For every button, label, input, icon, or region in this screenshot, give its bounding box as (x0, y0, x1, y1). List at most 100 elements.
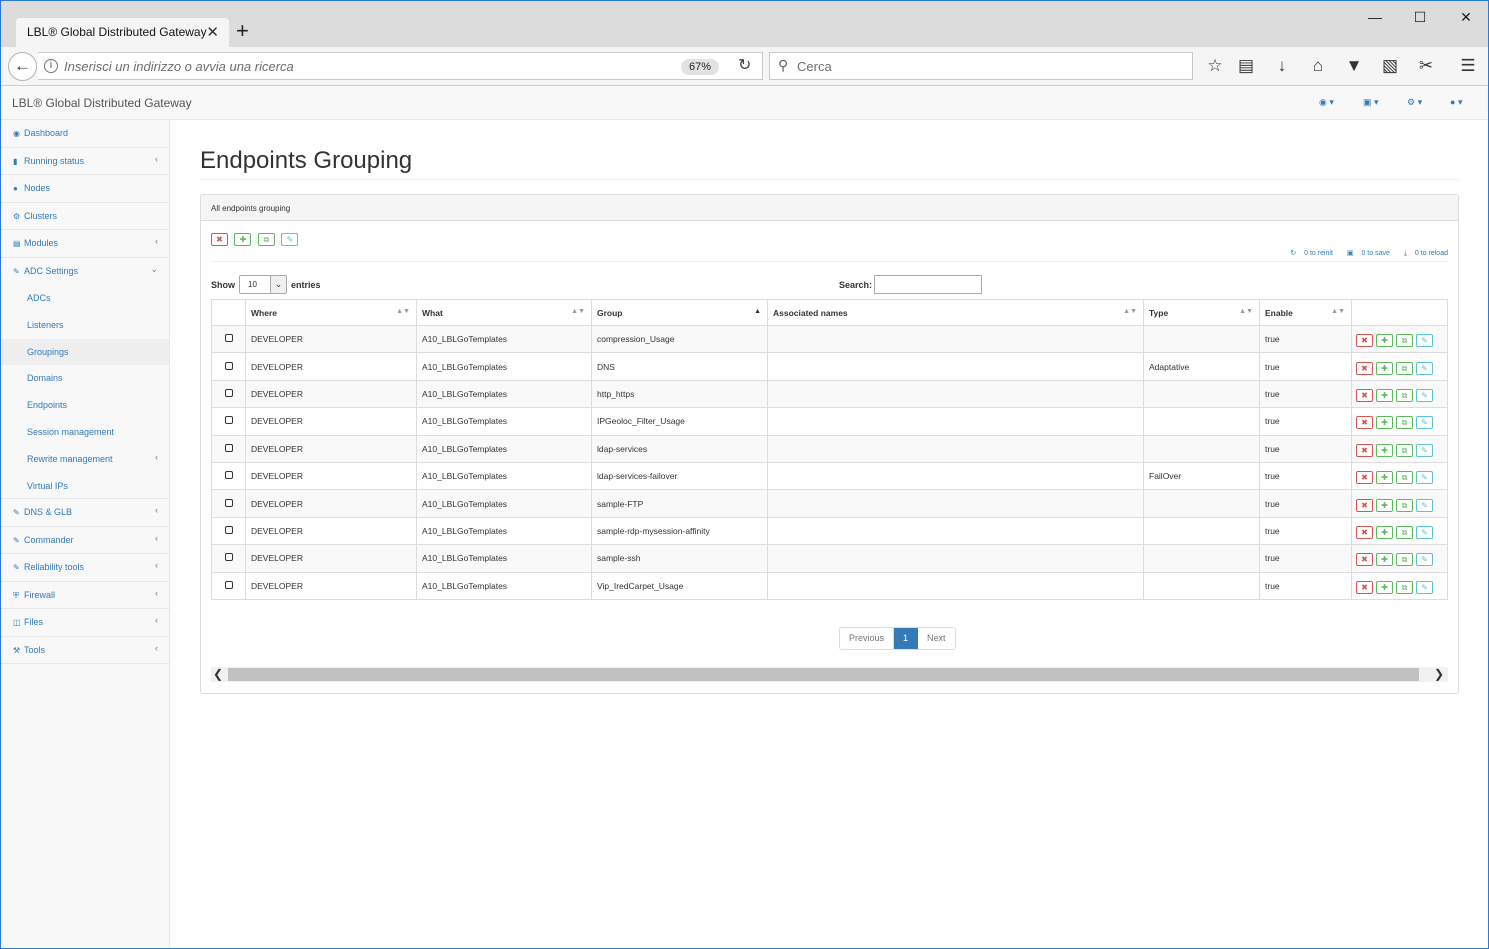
entries-length-select[interactable]: 10 ⌄ (239, 275, 287, 294)
row-delete-button[interactable]: ✖ (1356, 361, 1373, 375)
bookmarks-list-icon[interactable]: ▤ (1235, 56, 1257, 76)
hamburger-menu-icon[interactable]: ☰ (1457, 56, 1479, 76)
edit-button[interactable]: ✎ (281, 233, 299, 246)
browser-tab[interactable]: LBL® Global Distributed Gateway ✕ (16, 18, 229, 47)
reader-icon[interactable]: ▧ (1379, 56, 1401, 76)
sidebar-subitem-listeners[interactable]: Listeners (1, 312, 169, 339)
row-edit-button[interactable]: ✎ (1416, 580, 1433, 594)
row-checkbox[interactable] (224, 580, 233, 589)
reload-icon[interactable]: ↻ (738, 55, 751, 75)
sidebar-item-files[interactable]: ◫ Files ‹ (1, 609, 169, 637)
row-delete-button[interactable]: ✖ (1356, 334, 1373, 348)
search-bar[interactable]: ⚲ Cerca (769, 52, 1193, 80)
row-edit-button[interactable]: ✎ (1416, 361, 1433, 375)
row-edit-button[interactable]: ✎ (1416, 471, 1433, 485)
sidebar-item-dns-glb[interactable]: ✎ DNS & GLB ‹ (1, 499, 169, 527)
row-edit-button[interactable]: ✎ (1416, 388, 1433, 402)
sidebar-item-dashboard[interactable]: ◉ Dashboard (1, 120, 169, 148)
download-icon[interactable]: ↓ (1271, 56, 1293, 76)
sidebar-item-firewall[interactable]: ⛨ Firewall ‹ (1, 582, 169, 610)
column-header-what[interactable]: What ▲▼ (416, 299, 592, 326)
add-button[interactable]: ✚ (234, 233, 252, 246)
row-add-button[interactable]: ✚ (1376, 498, 1393, 512)
bookmark-star-icon[interactable]: ☆ (1204, 56, 1226, 76)
dashboard-menu-dropdown[interactable]: ◉ ▾ (1319, 97, 1334, 108)
sidebar-item-running-status[interactable]: ▮ Running status ‹ (1, 148, 169, 175)
table-search-input[interactable] (874, 275, 982, 294)
row-checkbox[interactable] (224, 525, 233, 534)
sidebar-item-clusters[interactable]: ⚙ Clusters (1, 203, 169, 230)
row-delete-button[interactable]: ✖ (1356, 580, 1373, 594)
row-delete-button[interactable]: ✖ (1356, 443, 1373, 457)
sidebar-item-adc-settings[interactable]: ✎ ADC Settings ⌄ (1, 258, 169, 286)
row-add-button[interactable]: ✚ (1376, 525, 1393, 539)
sidebar-item-reliability-tools[interactable]: ✎ Reliability tools ‹ (1, 554, 169, 582)
horizontal-scrollbar[interactable]: ❮ ❯ (211, 667, 1448, 682)
settings-menu-dropdown[interactable]: ⚙ ▾ (1407, 97, 1422, 108)
column-header-associated-names[interactable]: Associated names ▲▼ (767, 299, 1144, 326)
next-page-button[interactable]: Next (918, 628, 955, 649)
row-checkbox[interactable] (224, 553, 233, 562)
column-header-type[interactable]: Type ▲▼ (1143, 299, 1260, 326)
row-delete-button[interactable]: ✖ (1356, 525, 1373, 539)
row-add-button[interactable]: ✚ (1376, 471, 1393, 485)
url-bar[interactable]: i Inserisci un indirizzo o avvia una ric… (38, 52, 763, 80)
row-add-button[interactable]: ✚ (1376, 580, 1393, 594)
pocket-icon[interactable]: ▼ (1343, 56, 1365, 76)
row-copy-button[interactable]: ⧉ (1396, 553, 1413, 567)
page-1-button[interactable]: 1 (894, 628, 919, 649)
row-copy-button[interactable]: ⧉ (1396, 388, 1413, 402)
row-checkbox[interactable] (224, 361, 233, 370)
column-header-where[interactable]: Where ▲▼ (245, 299, 417, 326)
scroll-left-icon[interactable]: ❮ (213, 667, 223, 682)
tab-close-icon[interactable]: ✕ (206, 23, 219, 41)
home-icon[interactable]: ⌂ (1307, 56, 1329, 76)
sidebar-subitem-adcs[interactable]: ADCs (1, 285, 169, 312)
sidebar-subitem-virtual-ips[interactable]: Virtual IPs (1, 473, 169, 500)
row-delete-button[interactable]: ✖ (1356, 553, 1373, 567)
row-copy-button[interactable]: ⧉ (1396, 416, 1413, 430)
scroll-right-icon[interactable]: ❯ (1434, 667, 1444, 682)
reload-status[interactable]: ⤓ 0 to reload (1398, 250, 1448, 257)
sidebar-item-nodes[interactable]: ● Nodes (1, 175, 169, 203)
sidebar-subitem-rewrite-management[interactable]: Rewrite management ‹ (1, 446, 169, 473)
back-button[interactable]: ← (8, 52, 37, 81)
row-edit-button[interactable]: ✎ (1416, 416, 1433, 430)
minimize-button[interactable]: — (1360, 9, 1390, 25)
delete-selected-button[interactable]: ✖ (211, 233, 228, 246)
previous-page-button[interactable]: Previous (840, 628, 895, 649)
save-status[interactable]: ▣ 0 to save (1341, 250, 1390, 257)
sidebar-subitem-session-management[interactable]: Session management (1, 419, 169, 446)
row-delete-button[interactable]: ✖ (1356, 471, 1373, 485)
zoom-level-badge[interactable]: 67% (681, 59, 719, 75)
save-menu-dropdown[interactable]: ▣ ▾ (1363, 97, 1379, 108)
row-add-button[interactable]: ✚ (1376, 388, 1393, 402)
row-checkbox[interactable] (224, 416, 233, 425)
column-header-group[interactable]: Group ▲ (591, 299, 768, 326)
sidebar-item-modules[interactable]: ▤ Modules ‹ (1, 230, 169, 258)
row-checkbox[interactable] (224, 388, 233, 397)
scrollbar-thumb[interactable] (228, 668, 1419, 681)
row-copy-button[interactable]: ⧉ (1396, 471, 1413, 485)
app-title[interactable]: LBL® Global Distributed Gateway (12, 96, 192, 110)
row-checkbox[interactable] (224, 471, 233, 480)
row-checkbox[interactable] (224, 498, 233, 507)
row-checkbox[interactable] (224, 334, 233, 343)
row-edit-button[interactable]: ✎ (1416, 334, 1433, 348)
sidebar-subitem-endpoints[interactable]: Endpoints (1, 392, 169, 419)
info-icon[interactable]: i (44, 59, 58, 73)
sidebar-item-commander[interactable]: ✎ Commander ‹ (1, 527, 169, 555)
copy-button[interactable]: ⧉ (257, 233, 275, 246)
row-copy-button[interactable]: ⧉ (1396, 580, 1413, 594)
reinit-status[interactable]: ↻ 0 to reinit (1284, 250, 1333, 257)
row-copy-button[interactable]: ⧉ (1396, 525, 1413, 539)
row-add-button[interactable]: ✚ (1376, 334, 1393, 348)
row-copy-button[interactable]: ⧉ (1396, 498, 1413, 512)
row-copy-button[interactable]: ⧉ (1396, 334, 1413, 348)
row-add-button[interactable]: ✚ (1376, 416, 1393, 430)
screenshot-icon[interactable]: ✂ (1415, 56, 1437, 76)
row-edit-button[interactable]: ✎ (1416, 553, 1433, 567)
new-tab-button[interactable]: + (236, 18, 249, 44)
row-edit-button[interactable]: ✎ (1416, 443, 1433, 457)
column-header-enable[interactable]: Enable ▲▼ (1259, 299, 1352, 326)
